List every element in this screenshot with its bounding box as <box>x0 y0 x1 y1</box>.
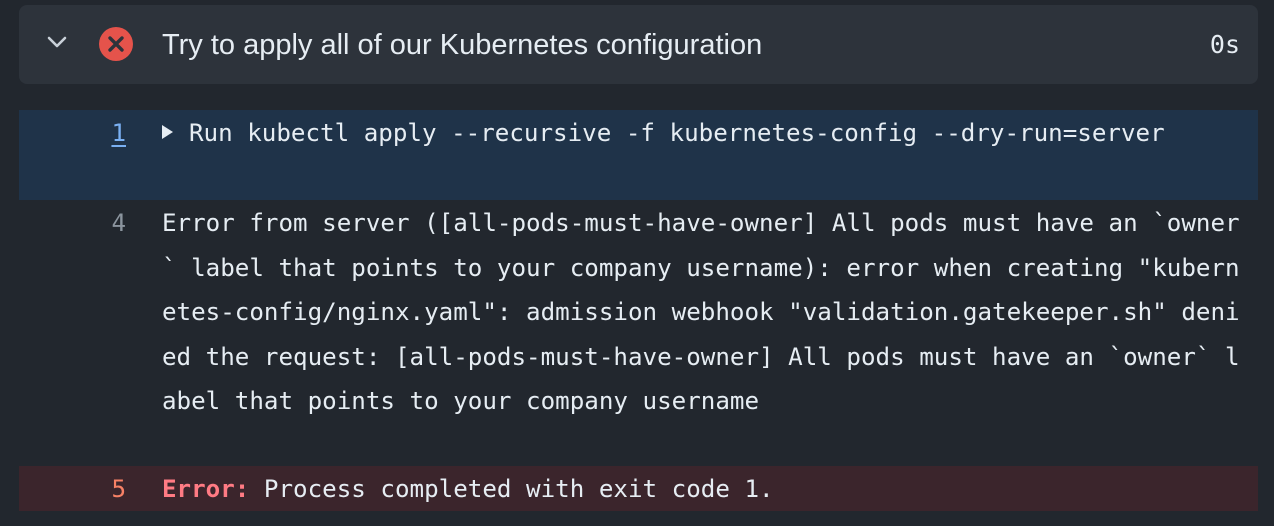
error-label: Error: <box>162 475 250 503</box>
line-number[interactable]: 4 <box>19 200 126 246</box>
step-title[interactable]: Try to apply all of our Kubernetes confi… <box>162 27 762 63</box>
x-circle-icon <box>99 27 133 61</box>
chevron-down-icon[interactable] <box>45 30 69 54</box>
line-number[interactable]: 5 <box>19 466 126 512</box>
log-line-text: Error: Process completed with exit code … <box>162 466 1242 512</box>
step-header[interactable]: Try to apply all of our Kubernetes confi… <box>19 5 1258 84</box>
log-line-group[interactable]: 1 Run kubectl apply --recursive -f kuber… <box>19 110 1258 200</box>
log-line-text: Error from server ([all-pods-must-have-o… <box>162 209 1240 415</box>
log-output: 1 Run kubectl apply --recursive -f kuber… <box>19 110 1258 511</box>
log-line-error: 5 Error: Process completed with exit cod… <box>19 466 1258 511</box>
step-duration: 0s <box>1209 30 1240 59</box>
log-line-output: 4 Error from server ([all-pods-must-have… <box>19 200 1258 466</box>
error-message: Process completed with exit code 1. <box>249 475 774 503</box>
group-command: Run kubectl apply --recursive -f kuberne… <box>189 119 1165 147</box>
expand-triangle-icon[interactable] <box>162 125 173 139</box>
log-line-text: Run kubectl apply --recursive -f kuberne… <box>162 110 1242 156</box>
line-number-link[interactable]: 1 <box>19 110 126 156</box>
